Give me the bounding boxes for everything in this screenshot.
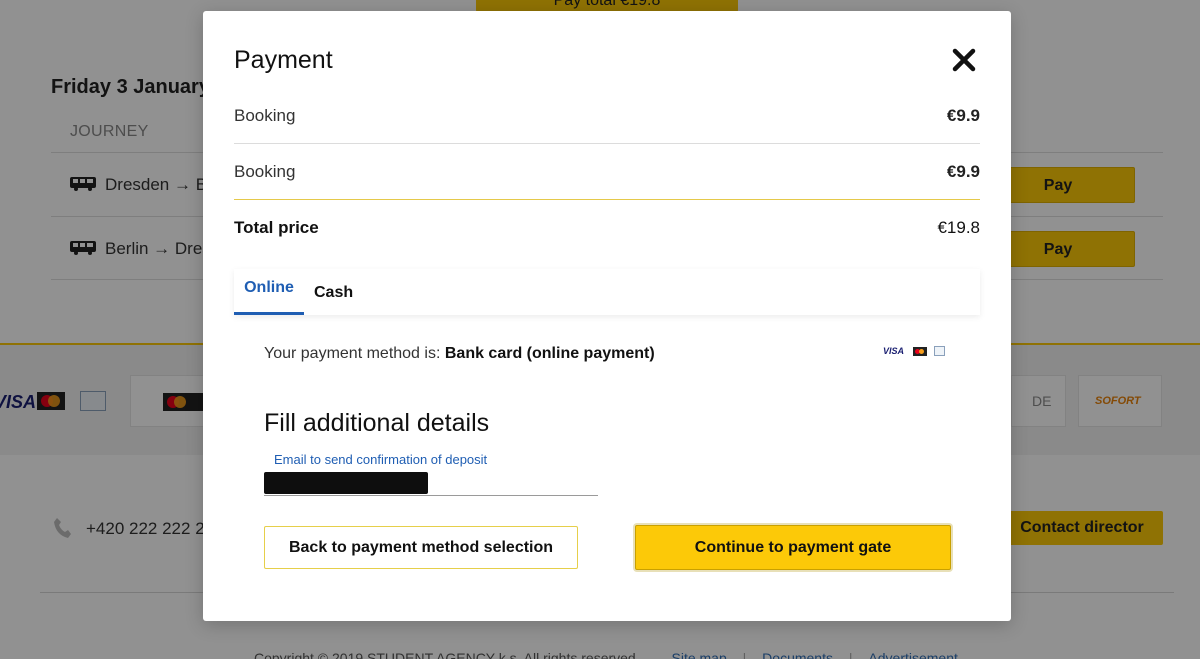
details-title: Fill additional details <box>264 409 490 437</box>
total-price: €19.8 <box>937 218 980 237</box>
tab-cash[interactable]: Cash <box>314 269 364 315</box>
item-price: €9.9 <box>946 106 980 125</box>
diners-icon <box>934 346 945 356</box>
back-to-payment-method-button[interactable]: Back to payment method selection <box>264 526 578 569</box>
payment-method-prefix: Your payment method is: <box>264 345 441 362</box>
payment-method-value: Bank card (online payment) <box>444 345 655 362</box>
item-label: Booking <box>234 106 296 125</box>
visa-icon: VISA <box>883 346 905 356</box>
modal-title: Payment <box>234 46 333 74</box>
card-logos: VISA <box>883 346 953 358</box>
payment-modal: Payment Booking €9.9 Booking €9.9 Total … <box>203 11 1011 621</box>
close-button[interactable] <box>948 44 980 76</box>
redacted-email-value <box>264 472 428 494</box>
price-row: Booking €9.9 <box>234 88 980 144</box>
item-label: Booking <box>234 162 296 181</box>
item-price: €9.9 <box>946 162 980 181</box>
continue-to-payment-gate-button[interactable]: Continue to payment gate <box>635 525 951 570</box>
tab-online[interactable]: Online <box>234 269 304 315</box>
price-row: Booking €9.9 <box>234 144 980 200</box>
close-icon <box>952 48 976 72</box>
total-row: Total price €19.8 <box>234 200 980 256</box>
email-label: Email to send confirmation of deposit <box>274 452 488 467</box>
mastercard-icon <box>913 347 927 356</box>
total-label: Total price <box>234 218 319 237</box>
payment-type-tabs: Online Cash <box>234 269 980 315</box>
payment-method-line: Your payment method is: Bank card (onlin… <box>264 345 655 363</box>
